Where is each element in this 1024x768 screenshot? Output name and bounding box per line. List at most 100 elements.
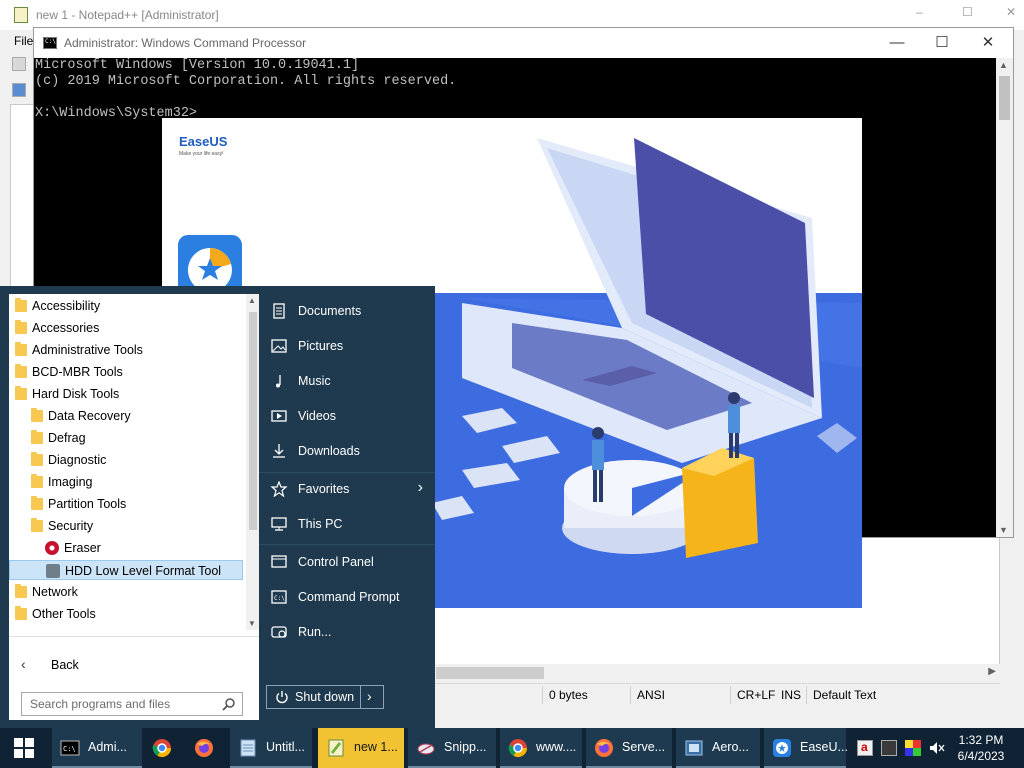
save-icon[interactable] [12, 83, 26, 97]
cmd-line: Microsoft Windows [Version 10.0.19041.1] [35, 58, 360, 73]
power-icon [276, 691, 288, 704]
scroll-down-icon[interactable]: ▼ [248, 619, 256, 628]
program-folder-diagnostic[interactable]: Diagnostic [9, 450, 243, 470]
divider [9, 636, 259, 637]
scrollbar-thumb[interactable] [249, 312, 257, 530]
program-folder-partition-tools[interactable]: Partition Tools [9, 494, 243, 514]
taskbar-clock[interactable]: 1:32 PM 6/4/2023 [946, 732, 1016, 764]
status-mode: INS [781, 688, 802, 702]
place-documents[interactable]: Documents [259, 296, 435, 326]
start-places-panel: Documents Pictures Music Videos Download… [259, 286, 435, 728]
cmd-title: Administrator: Windows Command Processor [64, 36, 307, 50]
place-control-panel[interactable]: Control Panel [259, 547, 435, 577]
program-folder-imaging[interactable]: Imaging [9, 472, 243, 492]
place-this-pc[interactable]: This PC [259, 509, 435, 539]
menu-file[interactable]: File [14, 34, 33, 48]
new-file-icon[interactable] [12, 57, 26, 71]
all-programs-panel: Accessibility Accessories Administrative… [9, 294, 259, 720]
downloads-icon [273, 444, 285, 458]
scrollbar-thumb[interactable] [999, 76, 1010, 120]
taskbar-item-cmd[interactable]: C:\ Admi... [52, 728, 142, 768]
svg-text:C:\: C:\ [63, 745, 76, 753]
minimize-icon[interactable]: – [916, 6, 928, 18]
scroll-up-icon[interactable]: ▲ [999, 60, 1008, 70]
maximize-icon[interactable]: ☐ [931, 32, 953, 54]
easeus-logo: EaseUS [179, 134, 228, 149]
clock-date: 6/4/2023 [957, 749, 1005, 763]
program-folder-administrative-tools[interactable]: Administrative Tools [9, 340, 243, 360]
scroll-down-icon[interactable]: ▼ [999, 525, 1008, 535]
program-folder-other-tools[interactable]: Other Tools [9, 604, 243, 624]
divider [259, 472, 435, 473]
horizontal-scrollbar[interactable]: ▶ [434, 664, 1000, 682]
input-method-icon[interactable]: a [857, 740, 873, 756]
program-hdd-low-level-format-tool[interactable]: HDD Low Level Format Tool [9, 560, 243, 580]
scrollbar-thumb[interactable] [436, 667, 544, 679]
status-eol: CR+LF [737, 688, 776, 702]
place-videos[interactable]: Videos [259, 401, 435, 431]
taskbar-item-notepadpp[interactable]: new 1... [318, 728, 404, 768]
program-folder-security[interactable]: Security [9, 516, 243, 536]
taskbar-item-firefox[interactable]: Serve... [586, 728, 672, 768]
program-folder-bcd-mbr-tools[interactable]: BCD-MBR Tools [9, 362, 243, 382]
program-folder-accessories[interactable]: Accessories [9, 318, 243, 338]
notepadpp-titlebar[interactable]: new 1 - Notepad++ [Administrator] – ☐ ✕ [0, 0, 1024, 30]
cmd-line: (c) 2019 Microsoft Corporation. All righ… [35, 74, 457, 89]
search-input[interactable] [22, 693, 218, 715]
search-box[interactable] [21, 692, 243, 716]
close-icon[interactable]: ✕ [1006, 6, 1018, 18]
place-command-prompt[interactable]: C:\ Command Prompt [259, 582, 435, 612]
chevron-right-icon[interactable]: › [367, 688, 372, 704]
taskbar-pin-firefox[interactable] [186, 728, 222, 768]
place-pictures[interactable]: Pictures [259, 331, 435, 361]
minimize-icon[interactable]: — [886, 32, 908, 54]
back-button[interactable]: ‹ Back [17, 656, 217, 676]
network-icon[interactable] [881, 740, 897, 756]
cmd-output[interactable]: Microsoft Windows [Version 10.0.19041.1]… [35, 58, 456, 122]
folder-icon [31, 474, 43, 488]
snipping-icon [417, 743, 435, 755]
folder-icon [15, 298, 27, 312]
documents-icon [273, 303, 285, 319]
place-music[interactable]: Music [259, 366, 435, 396]
place-run[interactable]: Run... [259, 617, 435, 647]
program-folder-defrag[interactable]: Defrag [9, 428, 243, 448]
taskbar-pin-chrome[interactable] [144, 728, 180, 768]
pictures-icon [271, 339, 287, 353]
cmd-titlebar[interactable]: Administrator: Windows Command Processor… [34, 28, 1013, 58]
run-icon [271, 626, 287, 638]
start-button[interactable] [0, 728, 48, 768]
search-icon[interactable] [222, 697, 236, 711]
close-icon[interactable]: ✕ [977, 32, 999, 54]
notepadpp-title: new 1 - Notepad++ [Administrator] [36, 8, 219, 22]
program-eraser[interactable]: Eraser [9, 538, 243, 558]
place-favorites[interactable]: Favorites › [259, 474, 435, 504]
divider [259, 544, 435, 545]
cmd-icon [43, 37, 57, 49]
folder-icon [15, 386, 27, 400]
chevron-right-icon: › [417, 479, 423, 496]
start-menu: Accessibility Accessories Administrative… [0, 286, 435, 728]
program-folder-data-recovery[interactable]: Data Recovery [9, 406, 243, 426]
program-folder-accessibility[interactable]: Accessibility [9, 296, 243, 316]
volume-muted-icon[interactable] [929, 740, 945, 756]
taskbar-item-snipping[interactable]: Snipp... [408, 728, 496, 768]
cmd-vertical-scrollbar[interactable]: ▲ ▼ [996, 58, 1013, 537]
program-folder-network[interactable]: Network [9, 582, 243, 602]
programs-scrollbar[interactable]: ▲ ▼ [246, 294, 259, 630]
notepadpp-statusbar: 0 bytes ANSI CR+LF INS Default Text [434, 683, 1000, 705]
scroll-up-icon[interactable]: ▲ [248, 296, 256, 305]
folder-icon [15, 584, 27, 598]
folder-icon [15, 364, 27, 378]
taskbar-item-chrome[interactable]: www.... [500, 728, 582, 768]
taskbar-item-easeus[interactable]: EaseU... [764, 728, 848, 768]
maximize-icon[interactable]: ☐ [962, 6, 974, 18]
scroll-right-icon[interactable]: ▶ [988, 666, 996, 677]
color-app-icon[interactable] [905, 740, 921, 756]
program-folder-hard-disk-tools[interactable]: Hard Disk Tools [9, 384, 243, 404]
taskbar-item-notepad[interactable]: Untitl... [230, 728, 312, 768]
taskbar-item-aero[interactable]: Aero... [676, 728, 760, 768]
cmd-line [35, 90, 456, 106]
place-downloads[interactable]: Downloads [259, 436, 435, 466]
shutdown-button[interactable]: Shut down › [266, 685, 384, 709]
